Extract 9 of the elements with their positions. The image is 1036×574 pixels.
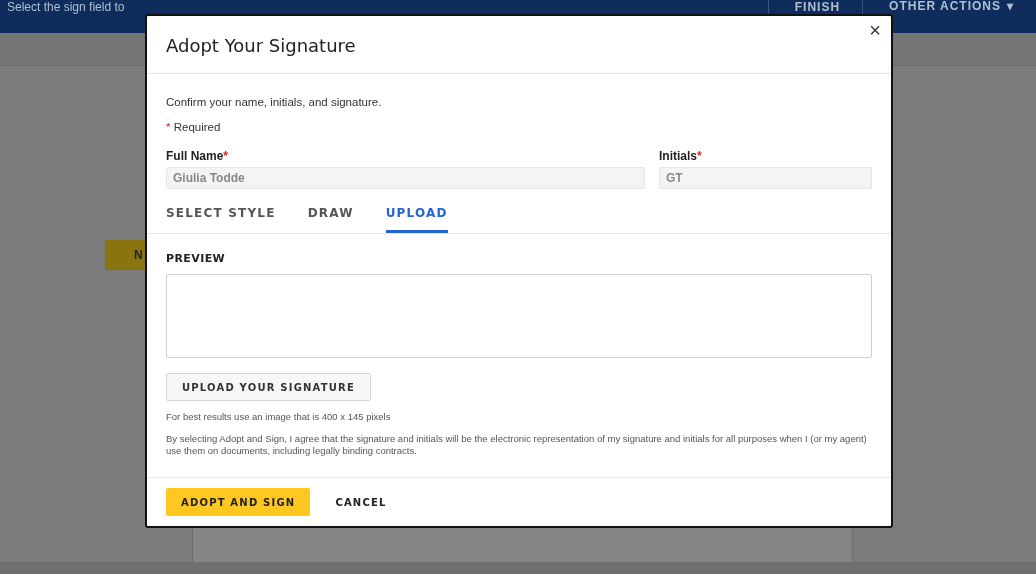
required-note: * Required <box>166 121 222 133</box>
field-label: Full Name* <box>166 149 230 163</box>
instruction-text: Select the sign field to <box>6 0 126 13</box>
dialog-title: Adopt Your Signature <box>166 34 356 56</box>
intro-text: Confirm your name, initials, and signature. <box>166 96 383 108</box>
consent-text: By selecting Adopt and Sign, I agree that the signature and initials will be the electronic representation of my signature and initials for all purposes when I (or my agent) use them on documents, including legally binding contracts. <box>166 433 868 457</box>
field-label: Initials* <box>659 149 703 163</box>
hint-text: For best results use an image that is 400 x 145 pixels <box>166 411 392 423</box>
preview-label: PREVIEW <box>166 252 227 265</box>
